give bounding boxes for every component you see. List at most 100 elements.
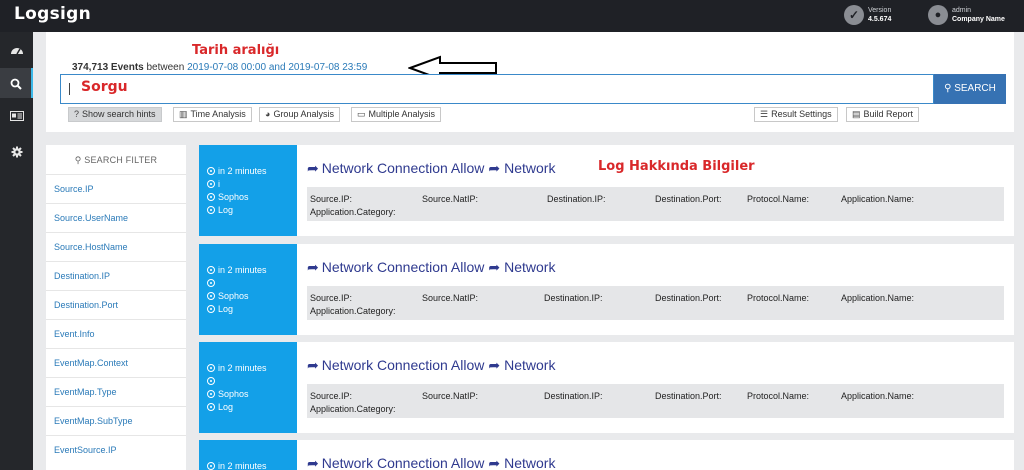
field-source-ip: Source.IP: [310,194,353,204]
meta-kind: Log [207,204,297,217]
event-title[interactable]: ➦ Network Connection Allow ➦ Network [307,455,555,470]
field-application-name: Application.Name: [841,391,915,401]
circle-dot-icon [207,167,215,175]
meta-vendor-label: Sophos [218,192,249,202]
event-card[interactable]: in 2 minutes ➦ Network Connection Allow ➦ N… [199,440,1014,470]
filter-item[interactable]: Event.Info [46,319,186,348]
text-cursor [69,83,70,95]
sidebar-item-search[interactable] [0,68,33,98]
field-destination-port: Destination.Port: [655,391,722,401]
field-application-category: Application.Category: [310,306,396,316]
search-button[interactable]: ⚲ SEARCH [934,74,1006,104]
circle-dot-icon [207,403,215,411]
filter-item[interactable]: EventSource.IP [46,435,186,464]
meta-line2: i [207,178,297,191]
filter-item[interactable]: EventMap.SubType [46,406,186,435]
share-arrow-icon: ➦ [307,160,319,176]
event-title-a: Network Connection Allow [321,357,485,373]
range-start[interactable]: 2019-07-08 00:00 [187,62,266,73]
share-arrow-icon: ➦ [307,259,319,275]
event-title[interactable]: ➦ Network Connection Allow ➦ Network [307,357,555,374]
user-name: admin [952,7,972,14]
search-input[interactable]: Sorgu [60,74,934,104]
circle-dot-icon [207,193,215,201]
multiple-analysis-button[interactable]: ▭ Multiple Analysis [351,107,442,122]
circle-dot-icon [207,180,215,188]
time-analysis-button[interactable]: ▥ Time Analysis [173,107,252,122]
check-circle-icon: ✓ [844,5,864,25]
meta-vendor: Sophos [207,290,297,303]
meta-vendor-label: Sophos [218,389,249,399]
window-icon: ▭ [357,109,366,119]
event-card-meta: in 2 minutes [199,440,297,470]
meta-line2 [207,277,297,290]
field-source-natip: Source.NatIP: [422,391,479,401]
top-bar: Logsign ✓ Version 4.5.674 ● admin Compan… [0,0,1024,32]
search-filter-title: ⚲ SEARCH FILTER [46,145,186,175]
meta-time: in 2 minutes [207,460,297,470]
annotation-date-range: Tarih aralığı [192,43,280,58]
event-card-meta: in 2 minutes Sophos Log [199,342,297,433]
circle-dot-icon [207,390,215,398]
version-info: Version 4.5.674 [868,6,891,24]
filter-item[interactable]: Source.UserName [46,203,186,232]
field-source-ip: Source.IP: [310,293,353,303]
field-destination-port: Destination.Port: [655,293,722,303]
field-source-natip: Source.NatIP: [422,293,479,303]
share-arrow-icon: ➦ [488,455,501,470]
circle-dot-icon [207,364,215,372]
field-protocol-name: Protocol.Name: [747,194,810,204]
field-application-category: Application.Category: [310,404,396,414]
event-card[interactable]: in 2 minutes Sophos Log ➦ Network Connect… [199,244,1014,335]
field-application-name: Application.Name: [841,194,915,204]
filter-item[interactable]: Destination.IP [46,261,186,290]
field-protocol-name: Protocol.Name: [747,293,810,303]
field-source-natip: Source.NatIP: [422,194,479,204]
sidebar-item-settings[interactable] [0,136,33,166]
meta-vendor-label: Sophos [218,291,249,301]
sidebar [0,32,33,470]
meta-time-label: in 2 minutes [218,265,267,275]
share-arrow-icon: ➦ [488,259,501,275]
event-title-b: Network [504,160,556,176]
event-title[interactable]: ➦ Network Connection Allow ➦ Network [307,160,555,177]
search-icon: ⚲ [74,155,82,165]
event-title[interactable]: ➦ Network Connection Allow ➦ Network [307,259,555,276]
event-fields: Source.IP: Source.NatIP: Destination.IP:… [307,286,1004,320]
bar-chart-icon: ▥ [179,109,188,119]
circle-dot-icon [207,305,215,313]
dashboard-icon [10,47,23,55]
meta-line2 [207,375,297,388]
user-info[interactable]: admin Company Name [952,6,1005,24]
build-report-button[interactable]: ▤ Build Report [846,107,920,122]
filter-item[interactable]: EventMap.Type [46,377,186,406]
annotation-query: Sorgu [81,79,128,95]
sidebar-item-reports[interactable] [0,100,33,130]
company-name: Company Name [952,16,1005,23]
share-arrow-icon: ➦ [307,455,319,470]
range-end[interactable]: 2019-07-08 23:59 [288,62,367,73]
list-icon: ☰ [760,109,769,119]
time-analysis-label: Time Analysis [190,109,246,119]
result-settings-button[interactable]: ☰ Result Settings [754,107,838,122]
event-card[interactable]: in 2 minutes Sophos Log ➦ Network Connect… [199,342,1014,433]
filter-item[interactable]: Source.IP [46,174,186,203]
filter-item[interactable]: EventMap.Context [46,348,186,377]
filter-item[interactable]: Destination.Port [46,290,186,319]
circle-dot-icon [207,279,215,287]
meta-kind: Log [207,401,297,414]
app-logo[interactable]: Logsign [14,4,91,24]
filter-item[interactable]: Source.HostName [46,232,186,261]
gear-icon [11,146,22,158]
field-application-name: Application.Name: [841,293,915,303]
share-arrow-icon: ➦ [307,357,319,373]
group-analysis-button[interactable]: ◕ Group Analysis [259,107,340,122]
meta-time-label: in 2 minutes [218,363,267,373]
user-avatar-icon[interactable]: ● [928,5,948,25]
show-search-hints-button[interactable]: ? Show search hints [68,107,162,122]
question-icon: ? [74,109,80,119]
sidebar-item-dashboard[interactable] [0,34,33,64]
event-count: 374,713 Events [72,62,144,73]
meta-vendor: Sophos [207,191,297,204]
event-card[interactable]: in 2 minutes i Sophos Log ➦ Network Conne… [199,145,1014,236]
